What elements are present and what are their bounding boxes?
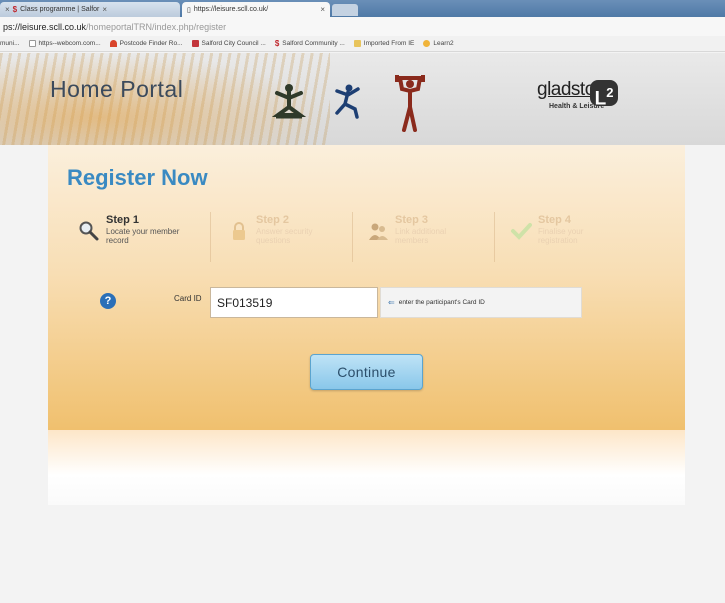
tab-title: Class programme | Salfor: [20, 6, 100, 13]
tab-register[interactable]: ▯ https://leisure.scll.co.uk/ ×: [182, 2, 330, 17]
people-icon: [369, 223, 388, 240]
tab-title: https://leisure.scll.co.uk/: [193, 6, 269, 13]
address-bar[interactable]: ps://leisure.scll.co.uk/homeportalTRN/in…: [0, 17, 725, 36]
close-icon[interactable]: ×: [5, 5, 10, 14]
url-host: ps://leisure.scll.co.uk: [3, 21, 87, 32]
postcode-icon: [109, 40, 117, 47]
site-header: Home Portal gladstone Health & Leisure L…: [0, 53, 725, 145]
yoga-figure-icon: [272, 84, 306, 119]
new-tab-button[interactable]: [332, 4, 358, 16]
step-title: Step 3: [395, 214, 429, 226]
page-icon: ▯: [187, 6, 191, 14]
page-icon: [28, 40, 36, 47]
dollar-icon: $: [274, 39, 280, 48]
continue-button[interactable]: Continue: [310, 354, 423, 390]
step-title: Step 1: [106, 214, 140, 226]
card-id-label: Card ID: [174, 294, 202, 303]
magnifier-icon: [79, 221, 99, 241]
council-icon: [191, 40, 199, 47]
bookmark-item[interactable]: $ Salford Community ...: [275, 39, 345, 48]
step-description: Link additional members: [395, 227, 447, 245]
checkmark-icon: [511, 223, 532, 240]
learn-icon: [423, 40, 431, 47]
step-title: Step 2: [256, 214, 290, 226]
panel-fade: [48, 430, 685, 505]
step-divider: [210, 212, 211, 262]
runner-figure-icon: [335, 84, 360, 119]
bookmark-item[interactable]: https--webcom.com...: [28, 40, 101, 47]
dollar-icon: $: [12, 5, 18, 14]
card-id-hint: ⇐ enter the participant's Card ID: [380, 287, 582, 318]
page-title: Register Now: [67, 165, 208, 190]
url-path: /homeportalTRN/index.php/register: [86, 21, 227, 32]
step-4: Step 4 Finalise your registration: [510, 214, 613, 264]
hint-text: enter the participant's Card ID: [398, 299, 485, 306]
bookmark-item[interactable]: Imported From IE: [353, 40, 414, 47]
bookmark-item[interactable]: Postcode Finder Ro...: [109, 40, 183, 47]
step-3: Step 3 Link additional members: [367, 214, 470, 264]
portal-title: Home Portal: [50, 76, 184, 102]
step-description: Answer security questions: [256, 227, 313, 245]
step-description: Finalise your registration: [538, 227, 584, 245]
step-divider: [494, 212, 495, 262]
browser-tab-bar: × $ Class programme | Salfor × ▯ https:/…: [0, 0, 725, 17]
step-divider: [352, 212, 353, 262]
folder-icon: [353, 40, 361, 47]
close-icon[interactable]: ×: [320, 5, 325, 14]
weightlifter-figure-icon: [395, 75, 425, 132]
step-description: Locate your member record: [106, 227, 180, 245]
card-id-input[interactable]: [210, 287, 378, 318]
brand-l2-mark: L2: [590, 80, 618, 109]
step-title: Step 4: [538, 214, 572, 226]
step-2: Step 2 Answer security questions: [228, 214, 331, 264]
arrow-left-icon: ⇐: [388, 298, 395, 307]
bookmarks-bar: muni... https--webcom.com... Postcode Fi…: [0, 36, 725, 52]
bookmark-item[interactable]: Salford City Council ...: [191, 40, 266, 47]
bookmark-item[interactable]: muni...: [0, 40, 20, 47]
close-icon[interactable]: ×: [102, 5, 107, 14]
tab-class-programme[interactable]: × $ Class programme | Salfor ×: [0, 2, 180, 17]
bookmark-item[interactable]: Learn2: [423, 40, 454, 47]
lock-icon: [233, 222, 245, 240]
help-icon[interactable]: ?: [100, 293, 116, 309]
step-1: Step 1 Locate your member record: [78, 214, 181, 264]
